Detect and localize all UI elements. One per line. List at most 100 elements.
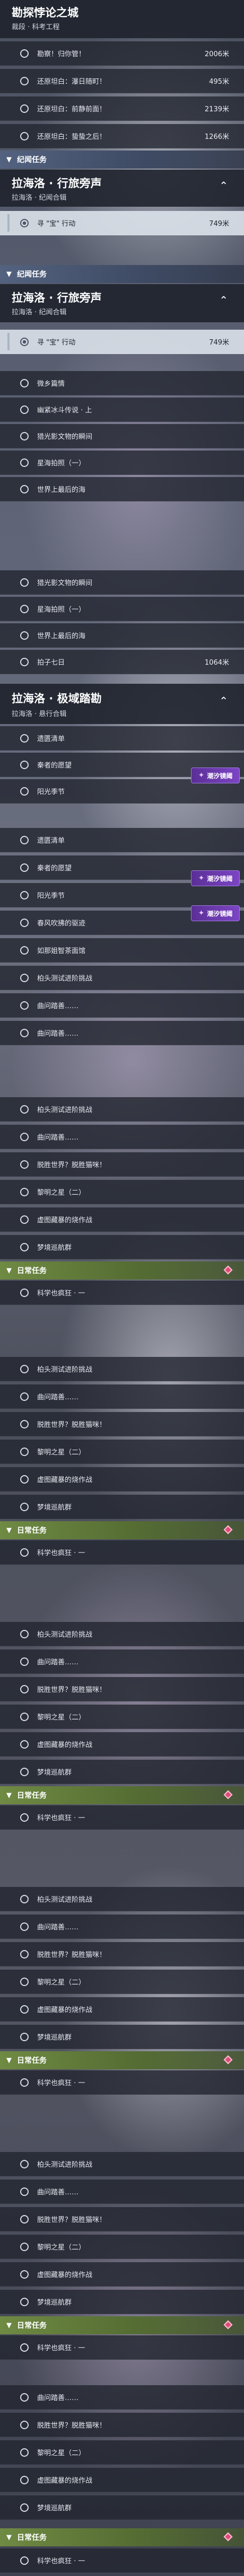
- quest-item[interactable]: 遗匮清单: [0, 828, 244, 852]
- category-header[interactable]: ▼ 纪闻任务: [0, 151, 244, 169]
- quest-item[interactable]: 梦境巡航群: [0, 2290, 244, 2314]
- category-label: 日常任务: [17, 1267, 47, 1275]
- quest-item[interactable]: 黎明之星（二）: [0, 1440, 244, 1464]
- quest-item[interactable]: 柏头测试进阶挑战: [0, 1887, 244, 1911]
- event-badge-label: 潮汐镜阈: [207, 875, 233, 883]
- quest-item[interactable]: 梦境巡航群: [0, 1760, 244, 1784]
- quest-item[interactable]: 柏头测试进阶挑战: [0, 2152, 244, 2176]
- quest-status-icon: [20, 2032, 29, 2041]
- quest-item[interactable]: 柏头测试进阶挑战: [0, 1097, 244, 1122]
- quest-item[interactable]: 勘察！归你管！ 2006米: [0, 41, 244, 66]
- quest-item[interactable]: 曲问踏善……: [0, 993, 244, 1018]
- quest-item[interactable]: 曲问踏善……: [0, 2385, 244, 2410]
- quest-item[interactable]: 梦境巡航群: [0, 2495, 244, 2520]
- daily-category-header[interactable]: ▼ 日常任务: [0, 1261, 244, 1280]
- quest-item[interactable]: 曲问踏善……: [0, 1384, 244, 1409]
- event-badge[interactable]: ✦ 潮汐镜阈: [191, 870, 240, 886]
- quest-group-header[interactable]: 拉海洛 · 行旅旁声 拉海洛 · 纪闻合辑 ⌃: [0, 170, 244, 207]
- quest-item[interactable]: 黎明之星（二）: [0, 1705, 244, 1729]
- quest-status-icon: [20, 2005, 29, 2014]
- quest-item[interactable]: 虚图藏暴的烧作战: [0, 1467, 244, 1492]
- quest-item[interactable]: 猎光影文物的瞬间: [0, 424, 244, 448]
- quest-item[interactable]: 科学也疯狂 · 一: [0, 1281, 244, 1305]
- quest-item[interactable]: 梦境巡航群: [0, 1495, 244, 1519]
- quest-status-icon: [20, 2420, 29, 2429]
- quest-item-active[interactable]: 寻 "宝" 行动 749米: [0, 211, 244, 235]
- quest-status-icon: [20, 49, 29, 58]
- quest-item-active[interactable]: 寻 "宝" 行动 749米: [0, 330, 244, 354]
- quest-item[interactable]: 梦境巡航群: [0, 2025, 244, 2049]
- quest-item[interactable]: 科学也疯狂 · 一: [0, 1805, 244, 1830]
- quest-item[interactable]: 星海拍照（一）: [0, 451, 244, 475]
- quest-item[interactable]: 世界上最后的海: [0, 477, 244, 501]
- quest-item[interactable]: 世界上最后的海: [0, 623, 244, 648]
- quest-item[interactable]: 梦境巡航群: [0, 1235, 244, 1259]
- quest-item[interactable]: 虚图藏暴的烧作战: [0, 1997, 244, 2022]
- quest-item[interactable]: 还原坦白：蛰蛰之后！ 1266米: [0, 124, 244, 148]
- quest-group-subtitle: 裁段 · 科考工程: [12, 23, 60, 31]
- quest-item[interactable]: 曲问踏善……: [0, 1915, 244, 1939]
- quest-item[interactable]: 柏头测试进阶挑战: [0, 966, 244, 990]
- daily-category-header[interactable]: ▼ 日常任务: [0, 2316, 244, 2334]
- quest-item[interactable]: 黎明之星（二）: [0, 1180, 244, 1204]
- quest-status-icon: [20, 431, 29, 440]
- quest-item[interactable]: 还原坦白：前静前面！ 2139米: [0, 96, 244, 121]
- quest-item[interactable]: 科学也疯狂 · 一: [0, 2335, 244, 2360]
- quest-item[interactable]: 脱胜世界？脱胜猫咪！: [0, 1942, 244, 1966]
- quest-item[interactable]: 曲问踏善……: [0, 2180, 244, 2204]
- chevron-up-icon[interactable]: ⌃: [219, 179, 228, 192]
- chevron-up-icon[interactable]: ⌃: [219, 294, 228, 306]
- quest-item[interactable]: 遗匮清单: [0, 726, 244, 751]
- quest-status-icon: [20, 1657, 29, 1666]
- quest-label: 世界上最后的海: [37, 632, 86, 640]
- daily-category-header[interactable]: ▼ 日常任务: [0, 2528, 244, 2546]
- category-label: 日常任务: [17, 1527, 47, 1535]
- daily-category-header[interactable]: ▼ 日常任务: [0, 1786, 244, 1804]
- category-header[interactable]: ▼ 纪闻任务: [0, 265, 244, 283]
- quest-label: 柏头测试进阶挑战: [37, 975, 93, 983]
- daily-category-header[interactable]: ▼ 日常任务: [0, 1521, 244, 1539]
- quest-label: 梦境巡航群: [37, 1504, 72, 1512]
- quest-label: 还原坦白：瀑日随町！: [37, 78, 107, 86]
- quest-item[interactable]: 如那姐智茶面馆: [0, 938, 244, 963]
- event-badge[interactable]: ✦ 潮汐镜阈: [191, 905, 240, 921]
- quest-item[interactable]: 科学也疯狂 · 一: [0, 2070, 244, 2095]
- quest-item[interactable]: 星海拍照（一）: [0, 597, 244, 621]
- quest-item[interactable]: 脱胜世界？脱胜猫咪！: [0, 1152, 244, 1177]
- chevron-down-icon: ▼: [6, 155, 12, 164]
- quest-item[interactable]: 幽紧冰斗传说 · 上: [0, 398, 244, 422]
- quest-item[interactable]: 黎明之星（二）: [0, 1970, 244, 1994]
- quest-group-header[interactable]: 勘探悖论之城 裁段 · 科考工程: [0, 0, 244, 38]
- quest-item[interactable]: 拍子七日 1064米: [0, 650, 244, 674]
- quest-item[interactable]: 微乡篇情: [0, 371, 244, 395]
- quest-item[interactable]: 阳光季节: [0, 883, 244, 907]
- quest-item[interactable]: 猎光影文物的瞬间: [0, 570, 244, 595]
- daily-category-header[interactable]: ▼ 日常任务: [0, 2051, 244, 2069]
- quest-item[interactable]: 脱胜世界？脱胜猫咪！: [0, 1677, 244, 1701]
- quest-label: 幽紧冰斗传说 · 上: [37, 407, 92, 414]
- quest-item[interactable]: 黎明之星（二）: [0, 2440, 244, 2465]
- quest-item[interactable]: 虚图藏暴的烧作战: [0, 1207, 244, 1232]
- quest-item[interactable]: 科学也疯狂 · 一: [0, 1540, 244, 1565]
- quest-item[interactable]: 曲问踏善……: [0, 1125, 244, 1149]
- quest-item[interactable]: 脱胜世界？脱胜猫咪！: [0, 2207, 244, 2231]
- quest-item[interactable]: 虚图藏暴的烧作战: [0, 2262, 244, 2287]
- quest-label: 黎明之星（二）: [37, 2449, 86, 2457]
- quest-item[interactable]: 脱胜世界？脱胜猫咪！: [0, 1412, 244, 1436]
- event-badge[interactable]: ✦ 潮汐镜阈: [191, 767, 240, 783]
- quest-item[interactable]: 脱胜世界？脱胜猫咪！: [0, 2413, 244, 2437]
- quest-group-header[interactable]: 拉海洛 · 行旅旁声 拉海洛 · 纪闻合辑 ⌃: [0, 284, 244, 322]
- chevron-up-icon[interactable]: ⌃: [219, 694, 228, 707]
- quest-item[interactable]: 还原坦白：瀑日随町！ 495米: [0, 69, 244, 93]
- quest-item[interactable]: 柏头测试进阶挑战: [0, 1622, 244, 1646]
- quest-item[interactable]: 科学也疯狂 · 一: [0, 2548, 244, 2573]
- quest-item[interactable]: 曲问踏善……: [0, 1021, 244, 1045]
- quest-status-icon: [20, 1712, 29, 1721]
- quest-item[interactable]: 曲问踏善……: [0, 1649, 244, 1674]
- quest-item[interactable]: 虚图藏暴的烧作战: [0, 2468, 244, 2492]
- quest-item[interactable]: 黎明之星（二）: [0, 2235, 244, 2259]
- quest-status-icon: [20, 2270, 29, 2279]
- quest-item[interactable]: 虚图藏暴的烧作战: [0, 1732, 244, 1757]
- quest-group-header[interactable]: 拉海洛 · 极域踏勘 拉海洛 · 悬行合辑 ⌃: [0, 684, 244, 724]
- quest-item[interactable]: 柏头测试进阶挑战: [0, 1357, 244, 1381]
